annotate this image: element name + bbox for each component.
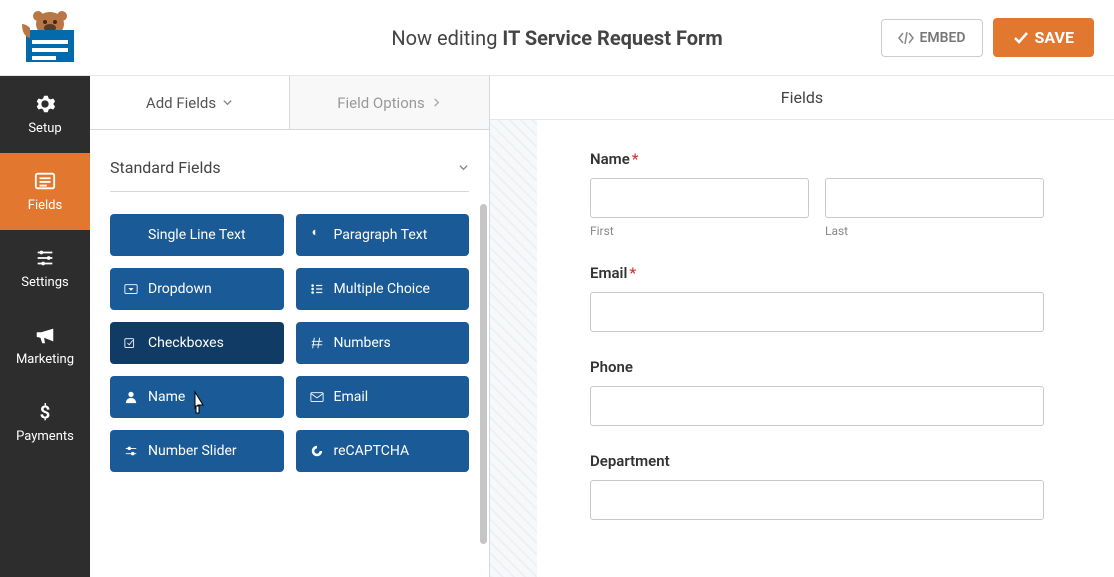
chevron-right-icon bbox=[431, 97, 442, 108]
chevron-down-icon bbox=[458, 162, 469, 173]
left-nav: Setup Fields Settings Marketing $ Paymen… bbox=[0, 76, 90, 577]
embed-button[interactable]: EMBED bbox=[881, 19, 983, 57]
slider-icon bbox=[124, 444, 138, 458]
email-label: Email* bbox=[590, 264, 1044, 282]
field-numbers[interactable]: Numbers bbox=[296, 322, 470, 364]
app-logo[interactable] bbox=[20, 10, 80, 66]
nav-settings[interactable]: Settings bbox=[0, 230, 90, 307]
dropdown-icon bbox=[124, 282, 138, 296]
field-paragraph-text[interactable]: Paragraph Text bbox=[296, 214, 470, 256]
page-title: Now editing IT Service Request Form bbox=[391, 26, 722, 50]
field-email[interactable]: Email bbox=[296, 376, 470, 418]
canvas-header: Fields bbox=[490, 76, 1114, 120]
field-number-slider[interactable]: Number Slider bbox=[110, 430, 284, 472]
nav-marketing[interactable]: Marketing bbox=[0, 307, 90, 384]
nav-fields[interactable]: Fields bbox=[0, 153, 90, 230]
last-name-input[interactable] bbox=[825, 178, 1044, 218]
field-single-line-text[interactable]: Single Line Text bbox=[110, 214, 284, 256]
name-label: Name* bbox=[590, 150, 1044, 168]
text-cursor-icon bbox=[124, 228, 138, 242]
chevron-down-icon bbox=[222, 97, 233, 108]
fields-panel: Add Fields Field Options Standard Fields… bbox=[90, 76, 490, 577]
section-standard-fields[interactable]: Standard Fields bbox=[110, 150, 469, 192]
gear-icon bbox=[34, 93, 56, 115]
form-field-email[interactable]: Email* bbox=[590, 264, 1044, 332]
email-input[interactable] bbox=[590, 292, 1044, 332]
dollar-icon: $ bbox=[34, 401, 56, 423]
first-sublabel: First bbox=[590, 224, 809, 238]
form-field-name[interactable]: Name* First Last bbox=[590, 150, 1044, 238]
checkbox-icon bbox=[124, 336, 138, 350]
department-input[interactable] bbox=[590, 480, 1044, 520]
nav-setup[interactable]: Setup bbox=[0, 76, 90, 153]
hash-icon bbox=[310, 336, 324, 350]
field-checkboxes[interactable]: Checkboxes bbox=[110, 322, 284, 364]
form-field-phone[interactable]: Phone bbox=[590, 358, 1044, 426]
field-recaptcha[interactable]: reCAPTCHA bbox=[296, 430, 470, 472]
checkmark-icon bbox=[1013, 31, 1029, 45]
department-label: Department bbox=[590, 452, 1044, 470]
megaphone-icon bbox=[34, 324, 56, 346]
list-icon bbox=[34, 170, 56, 192]
recaptcha-icon bbox=[310, 444, 324, 458]
code-icon bbox=[898, 31, 914, 45]
save-button[interactable]: SAVE bbox=[993, 18, 1094, 57]
tab-add-fields[interactable]: Add Fields bbox=[90, 76, 289, 129]
field-dropdown[interactable]: Dropdown bbox=[110, 268, 284, 310]
phone-label: Phone bbox=[590, 358, 1044, 376]
field-name[interactable]: Name bbox=[110, 376, 284, 418]
sliders-icon bbox=[34, 247, 56, 269]
panel-scrollbar[interactable] bbox=[480, 204, 487, 544]
form-preview-canvas: Fields Name* First Last Email* bbox=[490, 76, 1114, 577]
user-icon bbox=[124, 390, 138, 404]
form-field-department[interactable]: Department bbox=[590, 452, 1044, 520]
list-icon bbox=[310, 282, 324, 296]
last-sublabel: Last bbox=[825, 224, 1044, 238]
paragraph-icon bbox=[310, 228, 324, 242]
phone-input[interactable] bbox=[590, 386, 1044, 426]
envelope-icon bbox=[310, 390, 324, 404]
svg-text:$: $ bbox=[40, 402, 51, 423]
first-name-input[interactable] bbox=[590, 178, 809, 218]
nav-payments[interactable]: $ Payments bbox=[0, 384, 90, 461]
field-multiple-choice[interactable]: Multiple Choice bbox=[296, 268, 470, 310]
tab-field-options[interactable]: Field Options bbox=[289, 76, 489, 129]
